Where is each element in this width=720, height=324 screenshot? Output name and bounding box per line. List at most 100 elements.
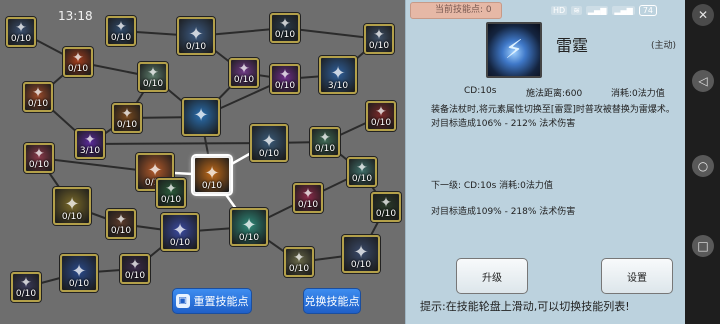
skill-node-level: 0/10 bbox=[124, 271, 146, 281]
skill-description-text: 装备法杖时,将元素属性切换至[雷霆]时普攻被替换为雷爆术。 bbox=[431, 105, 675, 115]
exchange-skill-points-button[interactable]: 兑换技能点 bbox=[303, 288, 361, 314]
lightning-icon: ⚡ bbox=[504, 35, 524, 65]
skill-node-level: 0/10 bbox=[297, 200, 319, 210]
skill-node-level: 0/10 bbox=[160, 195, 182, 205]
skill-node-level: 0/10 bbox=[238, 233, 260, 243]
back-icon[interactable]: ◁ bbox=[692, 70, 714, 92]
skill-mana-cost: 消耗:0法力值 bbox=[611, 89, 665, 99]
battery-icon: 74 bbox=[638, 5, 658, 16]
skill-node[interactable]: ✦ 3/10 bbox=[75, 129, 105, 159]
game-screen: 13:18 ✦ 0/10 ✦ 0/10 ✦ 0/10 ✦ 0/10 ✦ 0/10 ✦ 0/10 ✦ 0/1… bbox=[0, 0, 720, 324]
system-navigation-rail: ✕ ◁ ○ □ bbox=[685, 0, 720, 324]
skill-node-level: 0/10 bbox=[314, 144, 336, 154]
hd-indicator-icon: HD bbox=[551, 6, 568, 15]
skill-node[interactable]: ✦ 0/10 bbox=[161, 213, 199, 251]
skill-node[interactable]: ✦ 0/10 bbox=[112, 103, 142, 133]
skill-node-level: 0/10 bbox=[110, 226, 132, 236]
skill-node-level: 0/10 bbox=[61, 212, 83, 222]
skill-node[interactable]: ✦ 0/10 bbox=[120, 254, 150, 284]
skill-node[interactable]: ✦ 0/10 bbox=[6, 17, 36, 47]
status-indicators: HD ≋ ▂▄▆ ▂▄▆ 74 bbox=[551, 5, 658, 16]
thunder-skill-icon: ⚡ bbox=[486, 22, 542, 78]
settings-button[interactable]: 设置 bbox=[601, 258, 673, 294]
home-icon[interactable]: ○ bbox=[692, 155, 714, 177]
skill-node-level: 0/10 bbox=[10, 34, 32, 44]
skill-node-level: 0/10 bbox=[68, 279, 90, 289]
skill-node[interactable]: ✦ 0/10 bbox=[310, 127, 340, 157]
skill-node[interactable]: ✦ 0/10 bbox=[193, 156, 231, 194]
skill-node[interactable]: ✦ 0/10 bbox=[250, 124, 288, 162]
skill-tree[interactable]: 13:18 ✦ 0/10 ✦ 0/10 ✦ 0/10 ✦ 0/10 ✦ 0/10 ✦ 0/10 ✦ 0/1… bbox=[0, 0, 405, 324]
skill-node-level: 0/10 bbox=[370, 118, 392, 128]
skill-node[interactable]: ✦ 0/10 bbox=[364, 24, 394, 54]
skill-node-level: 0/10 bbox=[351, 174, 373, 184]
reset-skill-points-button[interactable]: ▣ 重置技能点 bbox=[172, 288, 252, 314]
skill-node-level: 0/10 bbox=[274, 81, 296, 91]
skill-node-level: 3/10 bbox=[327, 81, 349, 91]
skill-node-level: 0/10 bbox=[258, 149, 280, 159]
skill-node[interactable]: ✦ 0/10 bbox=[24, 143, 54, 173]
signal-icon: ▂▄▆ bbox=[612, 6, 635, 15]
skill-type: (主动) bbox=[651, 41, 677, 51]
skill-cast-range: 施法距离:600 bbox=[526, 89, 583, 99]
skill-node[interactable]: ✦ 0/10 bbox=[230, 208, 268, 246]
ice-knight-icon: ✦ bbox=[193, 104, 209, 126]
skill-node[interactable]: ✦ 0/10 bbox=[342, 235, 380, 273]
skill-node[interactable]: ✦ 0/10 bbox=[60, 254, 98, 292]
close-icon[interactable]: ✕ bbox=[692, 4, 714, 26]
skill-node[interactable]: ✦ 0/10 bbox=[229, 58, 259, 88]
next-level-stats: 下一级: CD:10s 消耗:0法力值 bbox=[431, 181, 553, 191]
skill-node-level: 0/10 bbox=[27, 99, 49, 109]
skill-node[interactable]: ✦ 0/10 bbox=[371, 192, 401, 222]
skill-node-level: 0/10 bbox=[110, 33, 132, 43]
skill-node[interactable]: ✦ 3/10 bbox=[319, 56, 357, 94]
skill-node-level: 0/10 bbox=[375, 209, 397, 219]
skill-node[interactable]: ✦ 0/10 bbox=[138, 62, 168, 92]
skill-node-level: 0/10 bbox=[288, 264, 310, 274]
skill-points-label: 当前技能点: 0 bbox=[435, 5, 492, 15]
upgrade-button[interactable]: 升级 bbox=[456, 258, 528, 294]
skill-node-level: 0/10 bbox=[274, 30, 296, 40]
skill-node[interactable]: ✦ 0/10 bbox=[366, 101, 396, 131]
skill-node-level: 0/10 bbox=[15, 289, 37, 299]
skill-info-panel: 当前技能点: 0 HD ≋ ▂▄▆ ▂▄▆ 74 ⚡ 雷霆 (主动) CD:10… bbox=[405, 0, 685, 324]
skill-node[interactable]: ✦ 0/10 bbox=[106, 209, 136, 239]
exchange-skill-points-label: 兑换技能点 bbox=[304, 295, 360, 308]
hint-text: 提示:在技能轮盘上滑动,可以切换技能列表! bbox=[420, 300, 630, 313]
skill-node[interactable]: ✦ 0/10 bbox=[270, 13, 300, 43]
skill-node-level: 0/10 bbox=[185, 42, 207, 52]
skill-node-level: 0/10 bbox=[142, 79, 164, 89]
skill-node[interactable]: ✦ 0/10 bbox=[293, 183, 323, 213]
reset-icon: ▣ bbox=[175, 294, 190, 308]
skill-node[interactable]: ✦ 0/10 bbox=[156, 178, 186, 208]
skill-node[interactable]: ✦ 0/10 bbox=[53, 187, 91, 225]
skill-node-level: 0/10 bbox=[28, 160, 50, 170]
skill-node[interactable]: ✦ 0/10 bbox=[106, 16, 136, 46]
skill-node[interactable]: ✦ 0/10 bbox=[11, 272, 41, 302]
skill-node-level: 0/10 bbox=[116, 120, 138, 130]
next-level-damage: 对目标造成109% - 218% 法术伤害 bbox=[431, 207, 576, 217]
skill-connection-line bbox=[89, 142, 270, 145]
reset-skill-points-label: 重置技能点 bbox=[193, 295, 249, 308]
status-time: 13:18 bbox=[58, 9, 93, 23]
skill-node-level: 0/10 bbox=[368, 41, 390, 51]
skill-node-level: 0/10 bbox=[169, 238, 191, 248]
skill-node[interactable]: ✦ 0/10 bbox=[347, 157, 377, 187]
skill-description: 装备法杖时,将元素属性切换至[雷霆]时普攻被替换为雷爆术。 对目标造成106% … bbox=[431, 103, 683, 131]
skill-node-level: 3/10 bbox=[79, 146, 101, 156]
skill-node[interactable]: ✦ 0/10 bbox=[284, 247, 314, 277]
skill-node-level: 0/10 bbox=[201, 181, 223, 191]
skill-node[interactable]: ✦ 0/10 bbox=[23, 82, 53, 112]
skill-node[interactable]: ✦ bbox=[182, 98, 220, 136]
skill-node[interactable]: ✦ 0/10 bbox=[270, 64, 300, 94]
signal-icon: ▂▄▆ bbox=[585, 6, 609, 15]
skill-current-damage: 对目标造成106% - 212% 法术伤害 bbox=[431, 119, 576, 129]
wifi-icon: ≋ bbox=[571, 6, 582, 15]
skill-name: 雷霆 bbox=[556, 36, 589, 55]
skill-node-level: 0/10 bbox=[67, 64, 89, 74]
skill-node-level: 0/10 bbox=[350, 260, 372, 270]
recents-icon[interactable]: □ bbox=[692, 235, 714, 257]
skill-node[interactable]: ✦ 0/10 bbox=[63, 47, 93, 77]
skill-points-tab: 当前技能点: 0 bbox=[410, 2, 502, 19]
skill-node[interactable]: ✦ 0/10 bbox=[177, 17, 215, 55]
